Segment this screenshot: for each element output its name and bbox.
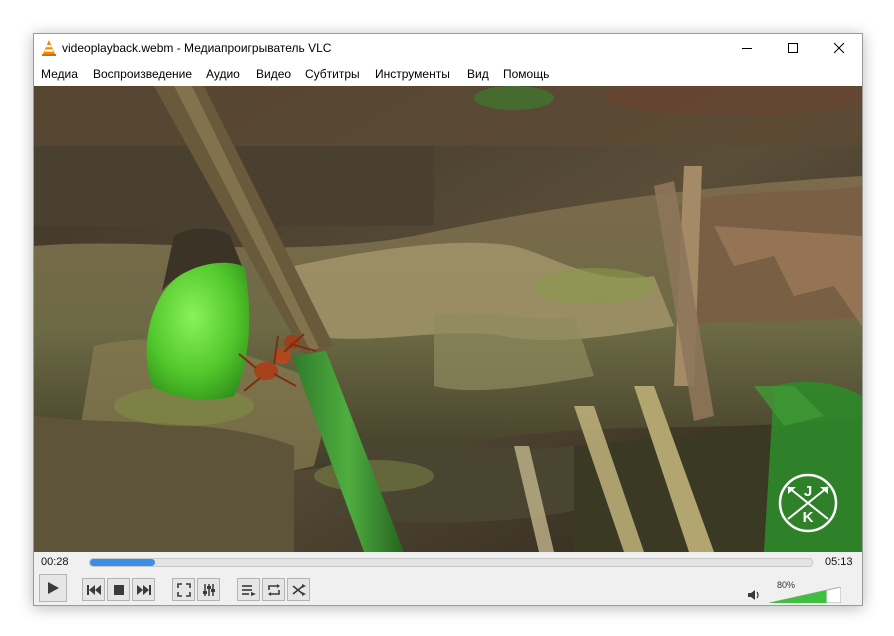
maximize-icon — [788, 43, 798, 53]
vlc-window: videoplayback.webm - Медиапроигрыватель … — [33, 33, 863, 606]
next-button[interactable] — [132, 578, 155, 601]
menu-subtitles[interactable]: Субтитры — [305, 67, 360, 81]
seek-progress — [90, 559, 155, 566]
stop-button[interactable] — [107, 578, 130, 601]
playlist-button[interactable] — [237, 578, 260, 601]
extended-settings-icon — [202, 583, 215, 596]
play-button[interactable] — [39, 574, 67, 602]
title-bar[interactable]: videoplayback.webm - Медиапроигрыватель … — [34, 34, 862, 62]
menu-video[interactable]: Видео — [256, 67, 291, 81]
shuffle-icon — [292, 583, 306, 596]
control-panel: 00:28 05:13 80% — [34, 552, 862, 605]
fullscreen-icon — [176, 582, 191, 597]
menu-tools[interactable]: Инструменты — [375, 67, 450, 81]
seek-bar[interactable] — [89, 558, 813, 567]
video-frame: J K — [34, 86, 862, 552]
menu-audio[interactable]: Аудио — [206, 67, 240, 81]
total-time: 05:13 — [825, 556, 853, 568]
play-icon — [48, 582, 59, 594]
menu-bar: Медиа Воспроизведение Аудио Видео Субтит… — [34, 64, 862, 84]
vlc-cone-icon — [42, 40, 56, 56]
loop-button[interactable] — [262, 578, 285, 601]
menu-media[interactable]: Медиа — [41, 67, 78, 81]
maximize-button[interactable] — [770, 34, 816, 62]
stop-icon — [113, 584, 124, 595]
speaker-icon[interactable] — [748, 589, 762, 601]
fullscreen-button[interactable] — [172, 578, 195, 601]
close-button[interactable] — [816, 34, 862, 62]
menu-playback[interactable]: Воспроизведение — [93, 67, 192, 81]
volume-slider[interactable] — [769, 587, 841, 603]
watermark-letter-j: J — [804, 483, 812, 500]
minimize-button[interactable] — [724, 34, 770, 62]
extended-settings-button[interactable] — [197, 578, 220, 601]
watermark-letter-k: K — [803, 509, 814, 526]
previous-icon — [86, 584, 101, 595]
window-title: videoplayback.webm - Медиапроигрыватель … — [62, 41, 332, 55]
menu-view[interactable]: Вид — [467, 67, 489, 81]
next-icon — [136, 584, 151, 595]
shuffle-button[interactable] — [287, 578, 310, 601]
previous-button[interactable] — [82, 578, 105, 601]
video-display[interactable]: J K — [34, 86, 862, 552]
elapsed-time: 00:28 — [41, 556, 69, 568]
menu-help[interactable]: Помощь — [503, 67, 549, 81]
minimize-icon — [742, 48, 752, 49]
playlist-icon — [241, 584, 256, 596]
loop-icon — [267, 583, 280, 596]
close-icon — [833, 42, 845, 54]
